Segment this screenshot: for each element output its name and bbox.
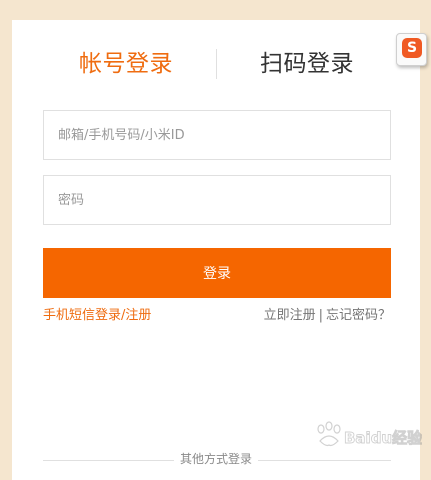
sogou-s-icon: S [402, 38, 422, 58]
other-methods-text: 其他方式登录 [173, 452, 258, 466]
link-separator: | [318, 308, 323, 323]
account-links: 立即注册 | 忘记密码？ [264, 307, 391, 325]
login-button[interactable]: 登录 [43, 248, 391, 298]
tab-account-login[interactable]: 帐号登录 [79, 48, 173, 80]
watermark-text: Baidu经验 [344, 429, 422, 447]
login-tabs: 帐号登录 扫码登录 [12, 48, 420, 80]
password-input[interactable] [43, 175, 391, 225]
sogou-ime-icon[interactable]: S [396, 33, 427, 66]
tab-divider [216, 49, 217, 79]
login-links-row: 手机短信登录/注册 立即注册 | 忘记密码？ [43, 307, 391, 325]
baidu-jingyan-watermark: Baidu经验 [317, 421, 422, 447]
tab-qr-login[interactable]: 扫码登录 [260, 48, 354, 80]
sms-login-register-link[interactable]: 手机短信登录/注册 [43, 307, 151, 325]
forgot-password-link[interactable]: 忘记密码？ [326, 308, 391, 323]
login-card: 帐号登录 扫码登录 登录 手机短信登录/注册 立即注册|忘记密码？ 其他方式登录 [12, 20, 420, 480]
register-now-link[interactable]: 立即注册 [264, 308, 316, 323]
account-input[interactable] [43, 110, 391, 160]
